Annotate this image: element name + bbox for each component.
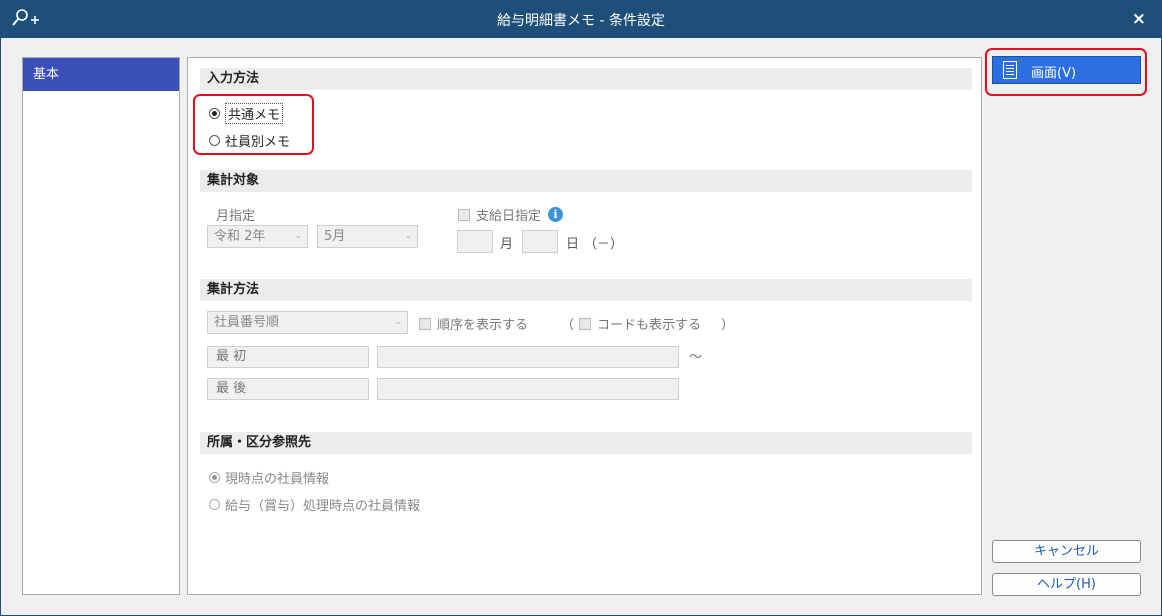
- range-separator: ～: [689, 350, 703, 365]
- day-unit-label: 日: [566, 237, 580, 252]
- paren-open: （: [561, 318, 575, 333]
- radio-label: 給与（賞与）処理時点の社員情報: [225, 499, 421, 514]
- checkbox-indicator: [458, 208, 470, 221]
- document-icon: [1003, 61, 1017, 79]
- nav-item-basic[interactable]: 基本: [23, 58, 179, 91]
- era-year-value: 令和 2年: [214, 229, 266, 244]
- radio-indicator: [209, 499, 220, 510]
- range-first-label: 最 初: [207, 346, 369, 368]
- section-input-method: 入力方法: [200, 68, 972, 90]
- range-last-input[interactable]: [377, 378, 679, 400]
- radio-label: 社員別メモ: [225, 135, 291, 150]
- month-value: 5月: [324, 229, 346, 244]
- info-icon[interactable]: i: [548, 207, 564, 222]
- checkbox-indicator: [419, 317, 431, 330]
- range-last-label: 最 後: [207, 378, 369, 400]
- order-select[interactable]: 社員番号順 ⌄: [207, 311, 408, 334]
- radio-common-memo[interactable]: 共通メモ: [209, 103, 284, 124]
- checkbox-label: 順序を表示する: [437, 318, 529, 333]
- month-select[interactable]: 5月 ⌄: [317, 225, 418, 248]
- paren-close: ）: [721, 318, 735, 333]
- era-year-select[interactable]: 令和 2年 ⌄: [207, 225, 308, 248]
- chevron-down-icon: ⌄: [394, 317, 402, 327]
- radio-per-employee-memo[interactable]: 社員別メモ: [209, 131, 290, 150]
- payday-spec-checkbox[interactable]: 支給日指定 i: [458, 205, 564, 224]
- payday-month-input[interactable]: [457, 230, 493, 253]
- radio-label: 共通メモ: [225, 103, 284, 124]
- checkbox-indicator: [579, 317, 591, 330]
- show-code-checkbox[interactable]: コードも表示する: [579, 314, 701, 333]
- month-unit-label: 月: [500, 237, 514, 252]
- view-screen-button[interactable]: 画面(V): [992, 56, 1141, 84]
- help-button[interactable]: ヘルプ(H): [992, 573, 1141, 596]
- view-button-label: 画面(V): [1031, 66, 1077, 81]
- radio-current-employee-info[interactable]: 現時点の社員情報: [209, 468, 329, 487]
- title-bar: 給与明細書メモ - 条件設定 ×: [0, 0, 1162, 38]
- cancel-button[interactable]: キャンセル: [992, 540, 1141, 563]
- show-order-checkbox[interactable]: 順序を表示する: [419, 314, 528, 333]
- month-spec-label: 月指定: [216, 209, 256, 224]
- radio-indicator: [209, 108, 220, 119]
- radio-indicator: [209, 472, 220, 483]
- radio-indicator: [209, 135, 220, 146]
- chevron-down-icon: ⌄: [404, 231, 412, 241]
- checkbox-label: 支給日指定: [476, 209, 542, 224]
- order-value: 社員番号順: [214, 315, 280, 330]
- sidebar-nav: 基本: [22, 57, 180, 595]
- window-title: 給与明細書メモ - 条件設定: [497, 13, 665, 29]
- settings-panel: 入力方法 共通メモ 社員別メモ 集計対象 月指定 令和 2年 ⌄ 5月 ⌄ 支給…: [187, 57, 982, 595]
- radio-label: 現時点の社員情報: [225, 472, 330, 487]
- payday-day-input[interactable]: [522, 230, 558, 253]
- dialog-body: 基本 入力方法 共通メモ 社員別メモ 集計対象 月指定 令和 2年 ⌄ 5月 ⌄…: [0, 38, 1162, 616]
- range-first-input[interactable]: [377, 346, 679, 368]
- radio-processing-time-employee-info[interactable]: 給与（賞与）処理時点の社員情報: [209, 495, 420, 514]
- section-aggregation-target: 集計対象: [200, 170, 972, 192]
- section-dept-reference: 所属・区分参照先: [200, 432, 972, 454]
- section-aggregation-method: 集計方法: [200, 279, 972, 301]
- close-icon[interactable]: ×: [1132, 9, 1146, 29]
- weekday-label: （－）: [584, 237, 624, 252]
- checkbox-label: コードも表示する: [597, 318, 702, 333]
- chevron-down-icon: ⌄: [294, 231, 302, 241]
